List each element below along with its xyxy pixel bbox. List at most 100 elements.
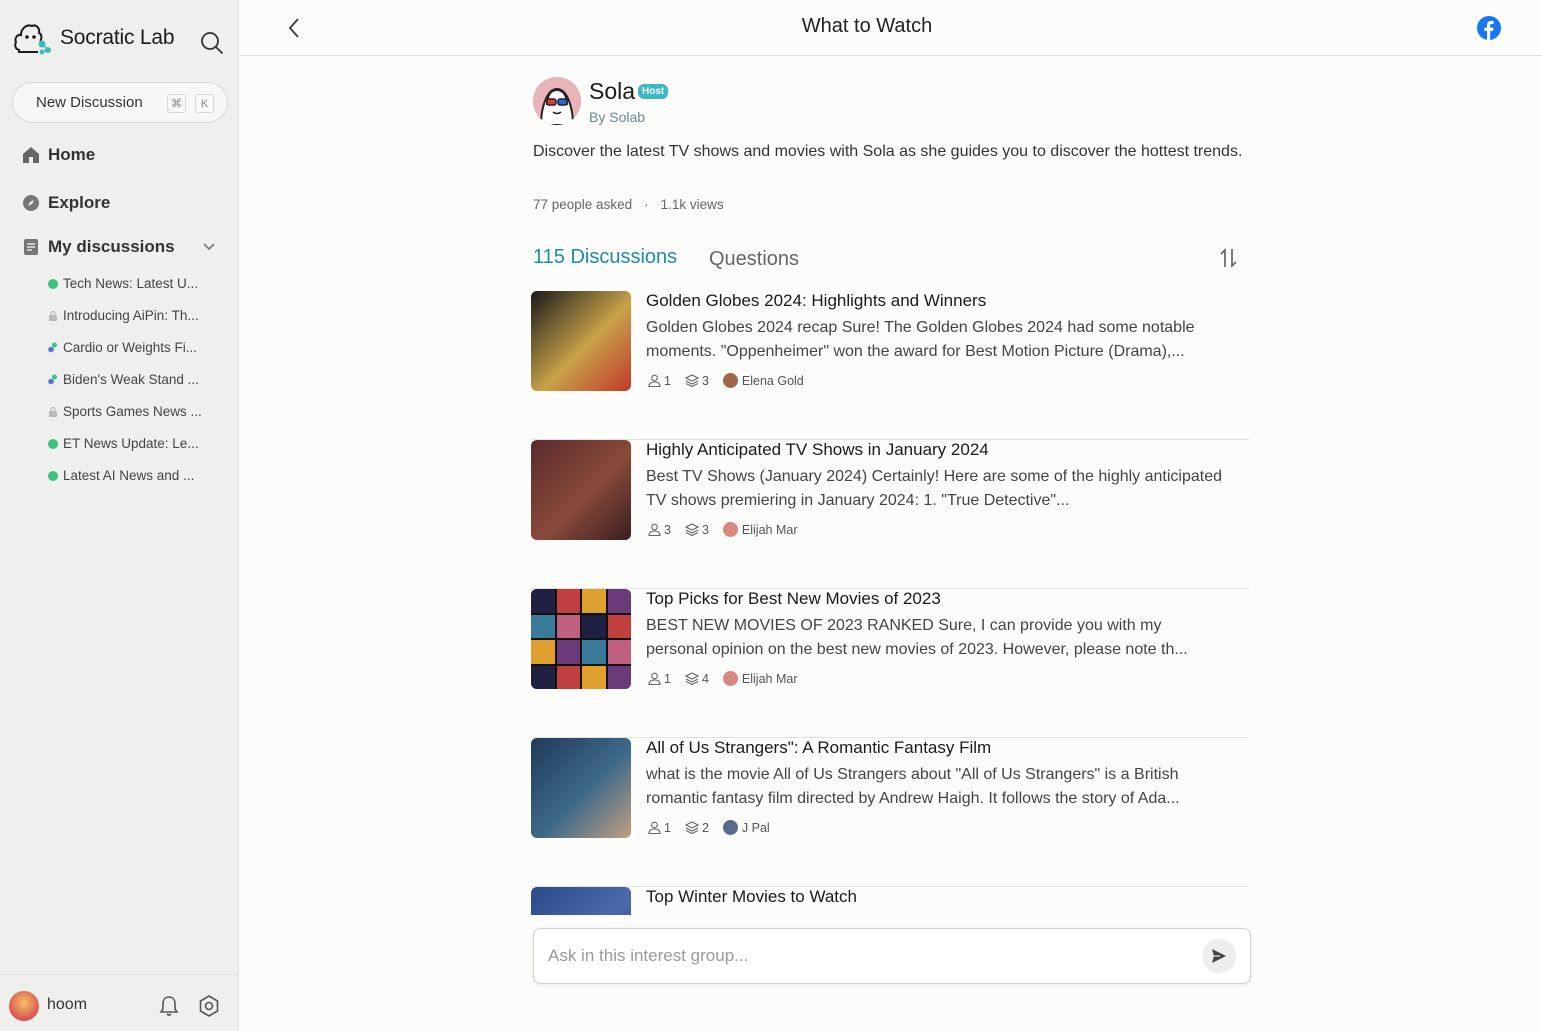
sidebar-item-explore[interactable]: Explore — [22, 193, 110, 213]
host-avatar[interactable] — [533, 77, 581, 125]
views-count: 1.1k views — [660, 197, 724, 212]
discussion-label: Cardio or Weights Fi... — [63, 340, 198, 355]
author-name[interactable]: J Pal — [742, 821, 770, 835]
card-title[interactable]: Top Picks for Best New Movies of 2023 — [646, 589, 941, 609]
discussion-item[interactable]: Biden's Weak Stand ... — [48, 372, 208, 387]
card-title[interactable]: All of Us Strangers": A Romantic Fantasy… — [646, 738, 991, 758]
sidebar-item-label: Explore — [48, 193, 111, 212]
top-header: What to Watch — [240, 0, 1542, 56]
layers-icon — [684, 374, 699, 387]
status-dot-icon — [48, 278, 58, 289]
layers-count: 3 — [701, 522, 709, 537]
facebook-share-button[interactable] — [1477, 16, 1501, 40]
discussion-card[interactable]: All of Us Strangers": A Romantic Fantasy… — [531, 738, 1249, 887]
card-meta: 1 3 Elena Gold — [648, 373, 804, 388]
sidebar-item-home[interactable]: Home — [22, 145, 95, 165]
stats-separator: · — [644, 197, 649, 212]
discussion-label: Biden's Weak Stand ... — [63, 372, 199, 387]
person-icon — [648, 523, 661, 536]
layers-stat: 2 — [684, 820, 709, 835]
card-excerpt: what is the movie All of Us Strangers ab… — [646, 766, 1180, 807]
author-avatar[interactable] — [722, 671, 738, 686]
discussion-item[interactable]: ET News Update: Le... — [48, 436, 208, 451]
discussion-item[interactable]: Sports Games News ... — [48, 404, 208, 419]
people-asked-count: 77 people asked — [533, 197, 633, 212]
sidebar-item-my-discussions[interactable]: My discussions — [22, 237, 175, 257]
sidebar-item-label: My discussions — [48, 237, 175, 256]
host-description: Discover the latest TV shows and movies … — [533, 143, 1243, 160]
author-name[interactable]: Elena Gold — [742, 374, 804, 388]
settings-icon[interactable] — [198, 995, 220, 1017]
card-excerpt: Best TV Shows (January 2024) Certainly! … — [646, 468, 1222, 509]
discussion-card[interactable]: Golden Globes 2024: Highlights and Winne… — [531, 291, 1249, 440]
multi-dot-icon — [48, 342, 57, 353]
card-thumbnail[interactable] — [531, 738, 631, 838]
discussion-item[interactable]: Latest AI News and ... — [48, 468, 208, 483]
user-name[interactable]: hoom — [47, 996, 87, 1014]
participants-count: 1 — [664, 671, 671, 686]
search-button[interactable] — [200, 31, 224, 55]
discussion-item[interactable]: Tech News: Latest U... — [48, 276, 208, 291]
discussion-card[interactable]: Top Winter Movies to Watch — [531, 887, 1249, 917]
chevron-down-icon[interactable] — [202, 242, 216, 252]
person-icon — [648, 374, 661, 387]
tab-questions[interactable]: Questions — [709, 248, 799, 271]
participants-stat: 1 — [648, 821, 671, 835]
lock-icon — [49, 406, 57, 417]
author-avatar[interactable] — [722, 820, 738, 835]
bell-icon[interactable] — [159, 995, 179, 1017]
shortcut-key-k: K — [195, 94, 214, 113]
discussion-item[interactable]: Cardio or Weights Fi... — [48, 340, 208, 355]
lock-icon — [49, 310, 57, 321]
new-discussion-button[interactable]: New Discussion ⌘ K — [12, 82, 228, 123]
multi-dot-icon — [48, 374, 57, 385]
scroll-fade — [531, 915, 1249, 929]
layers-count: 4 — [701, 671, 709, 686]
participants-stat: 3 — [648, 523, 671, 537]
layers-stat: 3 — [684, 374, 709, 388]
brand-name: Socratic Lab — [60, 26, 175, 49]
sort-button[interactable] — [1219, 247, 1239, 269]
participants-stat: 1 — [648, 672, 671, 686]
brand-logo[interactable]: Socratic Lab — [12, 20, 175, 56]
discussion-label: Tech News: Latest U... — [63, 276, 199, 291]
discussion-card[interactable]: Highly Anticipated TV Shows in January 2… — [531, 440, 1249, 589]
host-badge: Host — [638, 84, 669, 99]
layers-icon — [684, 523, 699, 536]
discussion-label: ET News Update: Le... — [63, 436, 199, 451]
discussion-card[interactable]: Top Picks for Best New Movies of 2023 BES… — [531, 589, 1249, 738]
card-thumbnail[interactable] — [531, 291, 631, 391]
card-thumbnail[interactable] — [531, 589, 631, 689]
discussion-item[interactable]: Introducing AiPin: Th... — [48, 308, 208, 323]
layers-stat: 4 — [684, 671, 709, 686]
discussion-label: Latest AI News and ... — [63, 468, 195, 483]
card-title[interactable]: Top Winter Movies to Watch — [646, 887, 857, 907]
card-meta: 1 4 Elijah Mar — [648, 671, 797, 686]
status-dot-icon — [48, 438, 58, 449]
layers-stat: 3 — [684, 522, 709, 537]
author-avatar[interactable] — [722, 373, 738, 388]
card-excerpt: Golden Globes 2024 recap Sure! The Golde… — [646, 319, 1195, 360]
layers-count: 2 — [701, 820, 709, 835]
send-button[interactable] — [1202, 939, 1236, 973]
ask-input[interactable] — [548, 943, 1168, 969]
sola-avatar-icon — [533, 77, 581, 125]
participants-count: 3 — [664, 522, 671, 537]
host-byline[interactable]: By Solab — [589, 109, 645, 125]
tab-discussions[interactable]: 115 Discussions — [533, 246, 677, 269]
card-title[interactable]: Highly Anticipated TV Shows in January 2… — [646, 440, 989, 460]
home-icon — [23, 147, 39, 163]
card-thumbnail[interactable] — [531, 440, 631, 540]
discussion-label: Sports Games News ... — [63, 404, 202, 419]
user-avatar[interactable] — [9, 991, 39, 1021]
person-icon — [648, 821, 661, 834]
facebook-icon — [1477, 16, 1501, 40]
card-title[interactable]: Golden Globes 2024: Highlights and Winne… — [646, 291, 986, 311]
user-bar: hoom — [0, 974, 239, 1031]
author-name[interactable]: Elijah Mar — [742, 672, 798, 686]
author-name[interactable]: Elijah Mar — [742, 523, 798, 537]
host-name: Sola — [589, 78, 636, 104]
card-meta: 3 3 Elijah Mar — [648, 522, 797, 537]
author-avatar[interactable] — [722, 522, 738, 537]
card-thumbnail[interactable] — [531, 887, 631, 917]
